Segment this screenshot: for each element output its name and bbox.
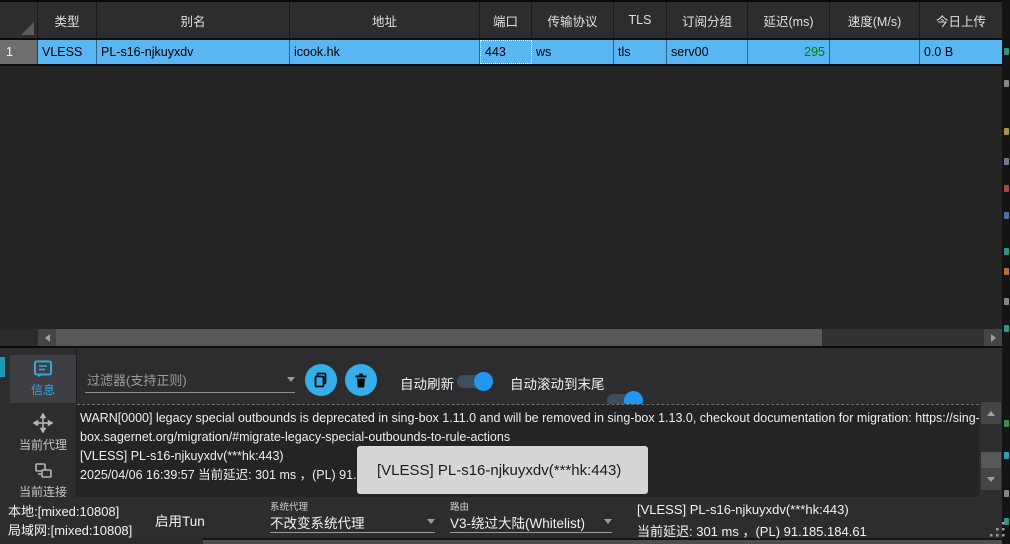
copy-icon [313, 372, 329, 388]
system-proxy-dropdown[interactable]: 不改变系统代理 [270, 511, 435, 533]
auto-refresh-toggle[interactable] [455, 372, 493, 391]
chevron-down-icon [604, 519, 612, 524]
select-all-triangle-icon [21, 22, 34, 35]
active-node-status: [VLESS] PL-s16-njkuyxdv(***hk:443) [637, 502, 849, 517]
cell-latency[interactable]: 295 [748, 40, 830, 64]
column-header-group[interactable]: 订阅分组 [667, 2, 748, 38]
sliver-fragment [1004, 298, 1009, 305]
chevron-down-icon [287, 377, 295, 382]
log-scroll-up-button[interactable] [981, 402, 1001, 424]
sliver-fragment [1004, 420, 1009, 427]
cell-transport[interactable]: ws [532, 40, 614, 64]
local-listen-status: 本地:[mixed:10808] [8, 501, 119, 520]
log-line: WARN[0000] legacy special outbounds is d… [80, 409, 977, 428]
sliver-fragment [1004, 325, 1009, 332]
proxy-arrows-icon [33, 413, 53, 433]
filter-input[interactable]: 过滤器(支持正则) [85, 366, 295, 393]
column-header-tls[interactable]: TLS [614, 2, 667, 38]
server-table-header: 类型 别名 地址 端口 传输协议 TLS 订阅分组 延迟(ms) 速度(M/s)… [0, 2, 1002, 38]
column-header-alias[interactable]: 别名 [97, 2, 290, 38]
route-dropdown[interactable]: V3-绕过大陆(Whitelist) [450, 511, 612, 533]
column-header-transport[interactable]: 传输协议 [532, 2, 614, 38]
cell-speed[interactable] [830, 40, 920, 64]
latency-status: 当前延迟: 301 ms ，(PL) 91.185.184.61 [637, 521, 867, 540]
enable-tun-label: 启用Tun [155, 510, 205, 530]
tooltip-text: [VLESS] PL-s16-njkuyxdv(***hk:443) [377, 462, 621, 479]
cell-alias[interactable]: PL-s16-njkuyxdv [97, 40, 290, 64]
arrow-up-icon [987, 411, 995, 416]
column-header-latency[interactable]: 延迟(ms) [748, 2, 830, 38]
tab-info-label: 信息 [31, 381, 55, 398]
sliver-fragment [1004, 80, 1009, 87]
cell-tls[interactable]: tls [614, 40, 667, 64]
node-tooltip: [VLESS] PL-s16-njkuyxdv(***hk:443) [357, 446, 648, 494]
horizontal-scrollbar-thumb[interactable] [56, 329, 822, 346]
arrow-right-icon [991, 334, 996, 342]
log-scrollbar-thumb[interactable] [981, 452, 1001, 468]
column-header-port[interactable]: 端口 [480, 2, 532, 38]
sliver-fragment [1004, 158, 1009, 165]
cell-type[interactable]: VLESS [38, 40, 97, 64]
sliver-fragment [1004, 268, 1009, 275]
cell-address[interactable]: icook.hk [290, 40, 480, 64]
sliver-fragment [1004, 128, 1009, 135]
scroll-right-button[interactable] [984, 329, 1002, 346]
connections-icon [33, 462, 53, 480]
copy-log-button[interactable] [305, 364, 337, 396]
filter-placeholder: 过滤器(支持正则) [85, 370, 287, 389]
cell-port[interactable]: 443 [480, 40, 532, 64]
select-all-corner-cell[interactable] [0, 2, 38, 38]
sliver-fragment [1004, 185, 1009, 192]
log-scroll-down-button[interactable] [981, 468, 1001, 490]
chevron-down-icon [427, 519, 435, 524]
background-app-fragment [0, 357, 5, 377]
tab-current-proxy[interactable]: 当前代理 [10, 410, 76, 456]
cell-group[interactable]: serv00 [667, 40, 748, 64]
lan-listen-status: 局域网:[mixed:10808] [8, 520, 132, 539]
row-number-cell[interactable]: 1 [0, 40, 38, 64]
chat-message-icon [33, 360, 53, 378]
sliver-fragment [1004, 48, 1009, 55]
trash-icon [354, 373, 368, 388]
app-window: 类型 别名 地址 端口 传输协议 TLS 订阅分组 延迟(ms) 速度(M/s)… [0, 0, 1010, 544]
table-row[interactable]: 1 VLESS PL-s16-njkuyxdv icook.hk 443 ws … [0, 40, 1002, 64]
clear-log-button[interactable] [345, 364, 377, 396]
tab-current-proxy-label: 当前代理 [19, 436, 67, 453]
taskbar-edge [203, 538, 1010, 544]
column-header-speed[interactable]: 速度(M/s) [830, 2, 920, 38]
auto-scroll-label: 自动滚动到末尾 [510, 373, 605, 393]
sliver-fragment [1004, 490, 1009, 497]
sliver-fragment [1004, 248, 1009, 255]
cell-upload[interactable]: 0.0 B [920, 40, 1002, 64]
system-proxy-value: 不改变系统代理 [270, 512, 365, 532]
column-header-type[interactable]: 类型 [38, 2, 97, 38]
sliver-fragment [1004, 452, 1009, 459]
column-header-upload[interactable]: 今日上传 [920, 2, 1002, 38]
scrollbar-spacer [0, 329, 38, 346]
toggle-knob [474, 372, 493, 391]
column-header-address[interactable]: 地址 [290, 2, 480, 38]
scroll-left-button[interactable] [38, 329, 56, 346]
tab-info[interactable]: 信息 [10, 355, 76, 403]
arrow-down-icon [987, 477, 995, 482]
auto-refresh-label: 自动刷新 [400, 373, 454, 393]
route-value: V3-绕过大陆(Whitelist) [450, 512, 585, 532]
background-app-sliver [1002, 0, 1010, 544]
arrow-left-icon [45, 334, 50, 342]
row-divider [0, 64, 1002, 66]
log-line: box.sagernet.org/migration/#migrate-lega… [80, 428, 977, 447]
sliver-fragment [1004, 212, 1009, 219]
resize-grip[interactable] [988, 520, 1006, 538]
